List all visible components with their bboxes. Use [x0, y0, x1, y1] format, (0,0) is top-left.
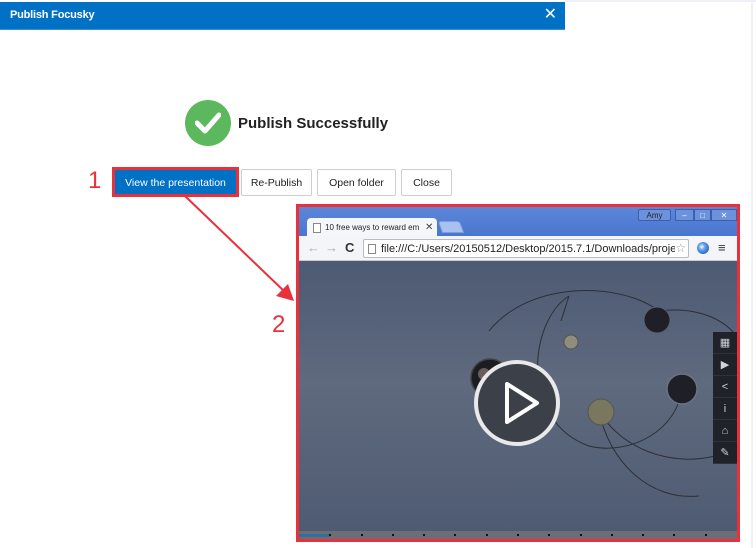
view-presentation-button[interactable]: View the presentation: [115, 169, 236, 196]
success-message: Publish Successfully: [185, 100, 388, 146]
info-icon[interactable]: i: [713, 398, 737, 420]
forward-icon[interactable]: →: [325, 239, 338, 257]
window-close-icon[interactable]: ✕: [711, 209, 737, 221]
node-circle: [587, 398, 615, 426]
page-icon: [368, 243, 376, 254]
presentation-artwork: [470, 290, 737, 497]
progress-marker[interactable]: [360, 534, 363, 536]
dialog-title: Publish Focusky: [10, 9, 95, 21]
check-circle-icon: [185, 100, 231, 146]
play-button[interactable]: [474, 360, 560, 446]
node-circle: [563, 334, 579, 350]
minimize-icon[interactable]: –: [675, 209, 694, 221]
progress-marker[interactable]: [548, 534, 551, 536]
node-circle: [643, 306, 671, 334]
progress-marker[interactable]: [329, 534, 332, 536]
republish-button[interactable]: Re-Publish: [241, 169, 312, 196]
progress-marker[interactable]: [391, 534, 394, 536]
new-tab-button[interactable]: [437, 221, 465, 233]
frame-edge-top: [565, 0, 756, 2]
bookmark-star-icon[interactable]: ☆: [675, 241, 686, 255]
presentation-progress-bar[interactable]: [299, 531, 737, 539]
grid-icon[interactable]: ▦: [713, 332, 737, 354]
menu-icon[interactable]: ≡: [718, 239, 726, 257]
browser-preview: 10 free ways to reward em ✕ Amy – □ ✕ ← …: [296, 204, 740, 542]
browser-tab[interactable]: 10 free ways to reward em ✕: [307, 218, 437, 237]
tab-title: 10 free ways to reward em: [325, 223, 420, 232]
edit-icon[interactable]: ✎: [713, 442, 737, 464]
browser-toolbar: ← → C file:///C:/Users/20150512/Desktop/…: [299, 236, 737, 261]
back-icon[interactable]: ←: [307, 239, 320, 257]
progress-marker[interactable]: [517, 534, 519, 536]
user-badge[interactable]: Amy: [638, 209, 671, 221]
status-text: Publish Successfully: [238, 114, 389, 132]
play-icon[interactable]: ▶: [713, 354, 737, 376]
share-icon[interactable]: <: [713, 376, 737, 398]
close-icon[interactable]: ✕: [544, 5, 557, 25]
address-bar[interactable]: file:///C:/Users/20150512/Desktop/2015.7…: [363, 239, 689, 258]
presentation-viewport: ▦ ▶ < i ⌂ ✎: [299, 261, 737, 531]
dialog-titlebar: Publish Focusky ✕: [0, 2, 565, 30]
home-icon[interactable]: ⌂: [713, 420, 737, 442]
progress-marker[interactable]: [423, 534, 426, 536]
annotation-step-1: 1: [88, 167, 102, 194]
annotation-step-2: 2: [272, 311, 286, 338]
progress-marker[interactable]: [485, 534, 488, 536]
maximize-icon[interactable]: □: [694, 209, 711, 221]
frame-edge-right: [751, 0, 753, 548]
progress-marker[interactable]: [642, 534, 645, 536]
progress-marker[interactable]: [704, 534, 707, 536]
reload-icon[interactable]: C: [345, 239, 354, 257]
page-icon: [313, 222, 321, 233]
node-circle: [666, 373, 698, 405]
close-button[interactable]: Close: [401, 169, 452, 196]
globe-icon[interactable]: [697, 242, 709, 254]
checkmark-icon: [195, 112, 221, 134]
tab-close-icon[interactable]: ✕: [425, 222, 433, 233]
progress-marker[interactable]: [454, 534, 457, 536]
orbit-arc: [488, 290, 660, 332]
orbit-arc: [560, 295, 570, 322]
play-button-circle[interactable]: [474, 360, 560, 446]
progress-marker[interactable]: [579, 534, 582, 536]
progress-marker[interactable]: [673, 534, 676, 536]
browser-titlebar: 10 free ways to reward em ✕ Amy – □ ✕: [299, 207, 737, 237]
progress-marker[interactable]: [610, 534, 613, 536]
progress-markers: [299, 531, 737, 539]
orbit-arc: [598, 410, 700, 497]
open-folder-button[interactable]: Open folder: [317, 169, 396, 196]
url-text: file:///C:/Users/20150512/Desktop/2015.7…: [381, 242, 677, 255]
presentation-side-toolbar: ▦ ▶ < i ⌂ ✎: [713, 332, 737, 464]
